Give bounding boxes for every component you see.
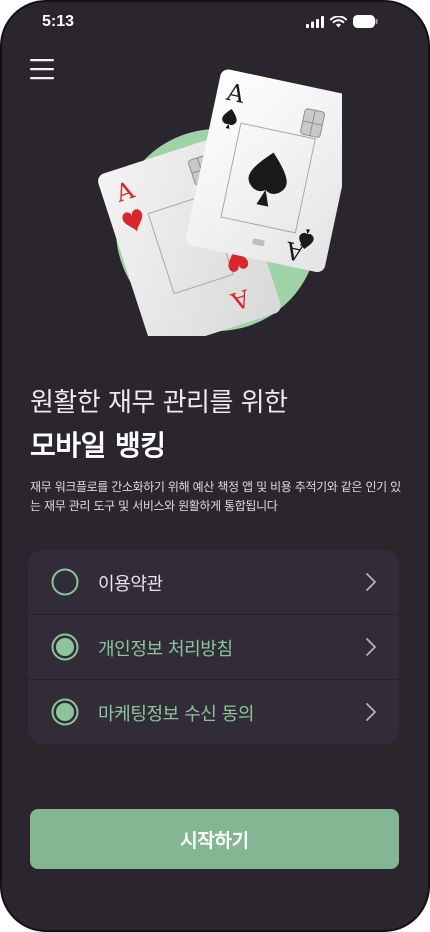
headline-line1: 원활한 재무 관리를 위한 [30, 388, 288, 418]
chevron-right-icon[interactable] [365, 702, 377, 722]
chevron-right-icon[interactable] [365, 572, 377, 592]
hero-illustration: A A A A [92, 64, 360, 351]
agreement-label-marketing: 마케팅정보 수신 동의 [98, 704, 255, 725]
headline-line2: 모바일 뱅킹 [30, 429, 166, 462]
playing-card-ace-of-spades: A A [186, 69, 360, 273]
wifi-icon [330, 15, 347, 27]
phone-screen: 5:13 A A A A 원활한 재무 관리를 위한 모바일 뱅킹 재무 워크플… [0, 0, 430, 932]
description-text: 재무 워크플로를 간소화하기 위해 예산 책정 앱 및 비용 추적기와 같은 인… [30, 480, 401, 513]
radio-unchecked-icon[interactable] [51, 568, 79, 596]
agreement-row-terms[interactable]: 이용약관 [28, 550, 399, 614]
status-icons [306, 15, 378, 28]
agreement-label-terms: 이용약관 [98, 574, 163, 595]
signal-icon [306, 15, 324, 28]
start-button[interactable]: 시작하기 [30, 809, 399, 869]
agreement-row-privacy[interactable]: 개인정보 처리방침 [28, 615, 399, 679]
agreement-label-privacy: 개인정보 처리방침 [98, 639, 233, 660]
radio-checked-icon[interactable] [51, 633, 79, 661]
battery-icon [353, 15, 378, 28]
radio-checked-icon[interactable] [51, 698, 79, 726]
agreement-row-marketing[interactable]: 마케팅정보 수신 동의 [28, 680, 399, 744]
status-time: 5:13 [42, 13, 75, 30]
agreements-card: 이용약관 개인정보 처리방침 마케팅정보 수신 동의 [28, 550, 399, 744]
hamburger-menu-icon[interactable] [30, 58, 56, 80]
chevron-right-icon[interactable] [365, 637, 377, 657]
